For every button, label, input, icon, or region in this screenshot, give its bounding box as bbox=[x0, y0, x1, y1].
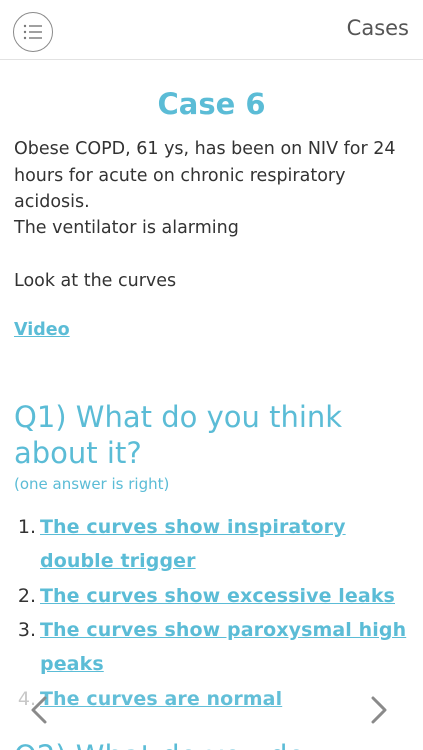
next-question-title: Q2) What do you do bbox=[14, 739, 305, 750]
case-description: Obese COPD, 61 ys, has been on NIV for 2… bbox=[14, 139, 396, 212]
instruction-text: Look at the curves bbox=[14, 271, 177, 291]
menu-button[interactable] bbox=[13, 12, 53, 52]
app-screen: Cases Case 6 Obese COPD, 61 ys, has been… bbox=[0, 0, 423, 750]
alarm-text: The ventilator is alarming bbox=[14, 218, 239, 238]
answer-number: 2. bbox=[17, 585, 36, 607]
next-button[interactable] bbox=[364, 692, 394, 728]
video-link[interactable]: Video bbox=[14, 320, 70, 340]
answer-number: 3. bbox=[17, 619, 36, 641]
case-title: Case 6 bbox=[157, 87, 266, 121]
answer-link-2[interactable]: The curves show excessive leaks bbox=[40, 579, 415, 613]
prev-button[interactable] bbox=[24, 692, 54, 728]
answer-number: 1. bbox=[17, 516, 36, 538]
list-icon bbox=[23, 24, 42, 40]
top-bar: Cases bbox=[0, 0, 423, 60]
question-hint: (one answer is right) bbox=[14, 475, 170, 493]
chevron-left-icon bbox=[31, 696, 47, 724]
answer-link-4[interactable]: The curves are normal bbox=[40, 682, 415, 716]
question-title: Q1) What do you think about it? bbox=[14, 400, 343, 470]
header-title: Cases bbox=[346, 16, 409, 40]
answer-link-3[interactable]: The curves show paroxysmal high peaks bbox=[40, 613, 415, 681]
answer-link-1[interactable]: The curves show inspiratory double trigg… bbox=[40, 510, 415, 578]
chevron-right-icon bbox=[371, 696, 387, 724]
